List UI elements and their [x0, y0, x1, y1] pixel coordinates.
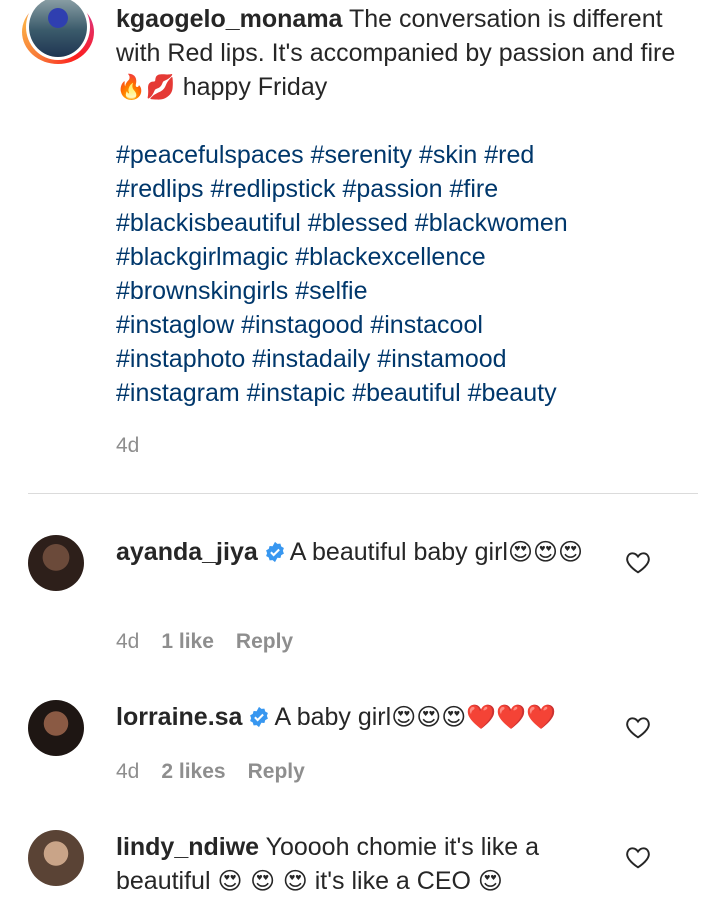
hashtag-line[interactable]: #peacefulspaces #serenity #skin #red	[116, 138, 696, 172]
caption-tail: happy Friday	[175, 73, 328, 101]
hashtag-line[interactable]: #instagram #instapic #beautiful #beauty	[116, 376, 696, 410]
hashtag-line[interactable]: #redlips #redlipstick #passion #fire	[116, 172, 696, 206]
comment-text: A baby girl	[274, 703, 392, 731]
verified-badge-icon	[250, 706, 269, 728]
commenter-avatar[interactable]	[28, 830, 84, 886]
verified-badge-icon	[265, 541, 284, 563]
comment-emojis: 😍 😍 😍	[217, 867, 308, 895]
heart-outline-icon[interactable]	[625, 845, 651, 869]
post-hashtags: #peacefulspaces #serenity #skin #red #re…	[116, 138, 696, 410]
commenter-avatar[interactable]	[28, 535, 84, 591]
post-author-username[interactable]: kgaogelo_monama	[116, 5, 342, 33]
comment-likes[interactable]: 1 like	[161, 630, 214, 653]
comment-emojis-continued: 😍	[477, 867, 503, 895]
commenter-username[interactable]: ayanda_jiya	[116, 538, 258, 566]
hashtag-line[interactable]: #blackisbeautiful #blessed #blackwomen	[116, 206, 696, 240]
heart-outline-icon[interactable]	[625, 715, 651, 739]
commenter-username[interactable]: lorraine.sa	[116, 703, 242, 731]
post-author-avatar-image	[29, 0, 87, 57]
caption-emojis: 🔥💋	[116, 73, 176, 101]
comment-text-continued: it's like a CEO	[307, 867, 478, 895]
comment-emojis: 😍😍😍❤️❤️❤️	[391, 703, 556, 731]
reply-button[interactable]: Reply	[236, 630, 293, 653]
hashtag-line[interactable]: #instaglow #instagood #instacool	[116, 308, 696, 342]
comment-body: lorraine.sa A baby girl😍😍😍❤️❤️❤️	[116, 700, 616, 734]
comment-meta: 4d 1 like Reply	[116, 630, 293, 654]
heart-outline-icon[interactable]	[625, 550, 651, 574]
hashtag-line[interactable]: #instaphoto #instadaily #instamood	[116, 342, 696, 376]
comment-meta: 4d 2 likes Reply	[116, 760, 305, 784]
commenter-username[interactable]: lindy_ndiwe	[116, 833, 259, 861]
comment-likes[interactable]: 2 likes	[161, 760, 225, 783]
comment-body: ayanda_jiya A beautiful baby girl😍😍😍	[116, 535, 616, 569]
hashtag-line[interactable]: #blackgirlmagic #blackexcellence	[116, 240, 696, 274]
post-caption: kgaogelo_monama The conversation is diff…	[116, 2, 696, 104]
reply-button[interactable]: Reply	[248, 760, 305, 783]
comment-timestamp: 4d	[116, 760, 140, 783]
hashtag-line[interactable]: #brownskingirls #selfie	[116, 274, 696, 308]
post-timestamp: 4d	[116, 434, 140, 457]
post-author-avatar[interactable]	[22, 0, 94, 64]
comment-emojis: 😍😍😍	[507, 538, 584, 566]
caption-divider	[28, 493, 698, 494]
comment-timestamp: 4d	[116, 630, 140, 653]
comment-body: lindy_ndiwe Yooooh chomie it's like a be…	[116, 830, 616, 898]
comment-text: A beautiful baby girl	[289, 538, 508, 566]
commenter-avatar[interactable]	[28, 700, 84, 756]
